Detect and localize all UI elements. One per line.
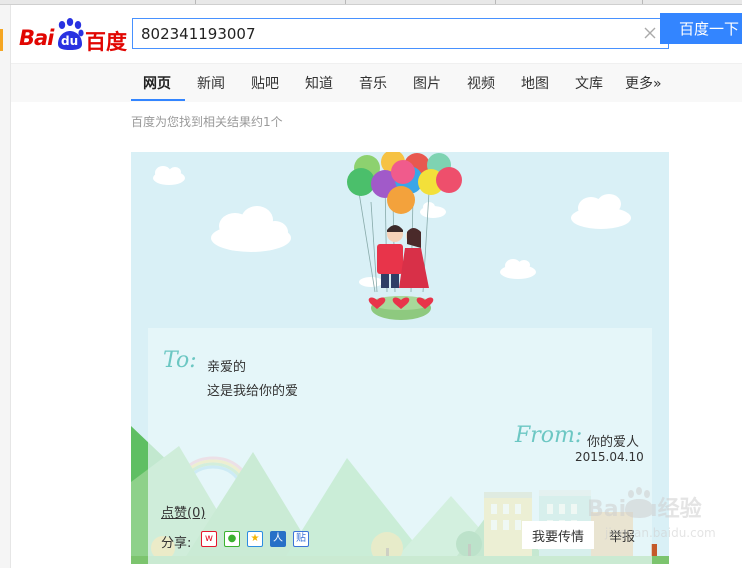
tab-divider [345,0,346,4]
tab-web[interactable]: 网页 [143,73,171,93]
share-label: 分享: [161,536,192,551]
search-input[interactable] [141,23,621,45]
qzone-icon[interactable]: ★ [247,531,263,547]
tieba-icon[interactable]: 贴 [293,531,309,547]
wechat-icon[interactable]: ● [224,531,240,547]
search-header: Bai du 百度 [11,5,742,63]
like-link[interactable]: 点赞(0) [161,502,205,521]
active-tab-underline [131,99,185,101]
card-date: 2015.04.10 [575,450,644,464]
watermark-url: jingyan.baidu.com [604,526,716,540]
sender-name: 你的爱人 [587,435,640,450]
logo-text-chinese: 百度 [85,30,127,54]
tab-music[interactable]: 音乐 [359,73,387,93]
to-label: To: [163,348,197,373]
tab-wenku[interactable]: 文库 [575,73,603,93]
tab-zhidao[interactable]: 知道 [305,73,333,93]
tab-more[interactable]: 更多» [625,73,662,93]
recipient-name: 亲爱的 [207,360,247,375]
love-message: 这是我给你的爱 [207,384,299,399]
tab-map[interactable]: 地图 [521,73,549,93]
weibo-icon[interactable]: w [201,531,217,547]
tab-divider [495,0,496,4]
left-sidebar [0,5,11,568]
from-label: From: [515,423,583,448]
tab-news[interactable]: 新闻 [197,73,225,93]
logo-text-bai: Bai [19,26,54,50]
tab-divider [195,0,196,4]
search-box [132,18,669,49]
tab-images[interactable]: 图片 [413,73,441,93]
logo-text-du: du [61,34,79,48]
clear-icon[interactable] [642,25,658,41]
sidebar-marker [0,29,3,51]
tab-video[interactable]: 视频 [467,73,495,93]
watermark-text: Baidu经验 [587,496,702,522]
cloud [359,277,383,287]
tab-divider [642,0,643,4]
renren-icon[interactable]: 人 [270,531,286,547]
result-count: 百度为您找到相关结果约1个 [131,115,283,129]
send-love-button[interactable]: 我要传情 [522,521,594,549]
search-button[interactable]: 百度一下 [660,13,742,44]
tab-tieba[interactable]: 贴吧 [251,73,279,93]
search-nav-tabs: 网页 新闻 贴吧 知道 音乐 图片 视频 地图 文库 更多» [11,63,742,102]
baidu-jingyan-watermark: Baidu经验 jingyan.baidu.com [587,487,716,540]
baidu-logo[interactable]: Bai du 百度 [19,13,129,54]
